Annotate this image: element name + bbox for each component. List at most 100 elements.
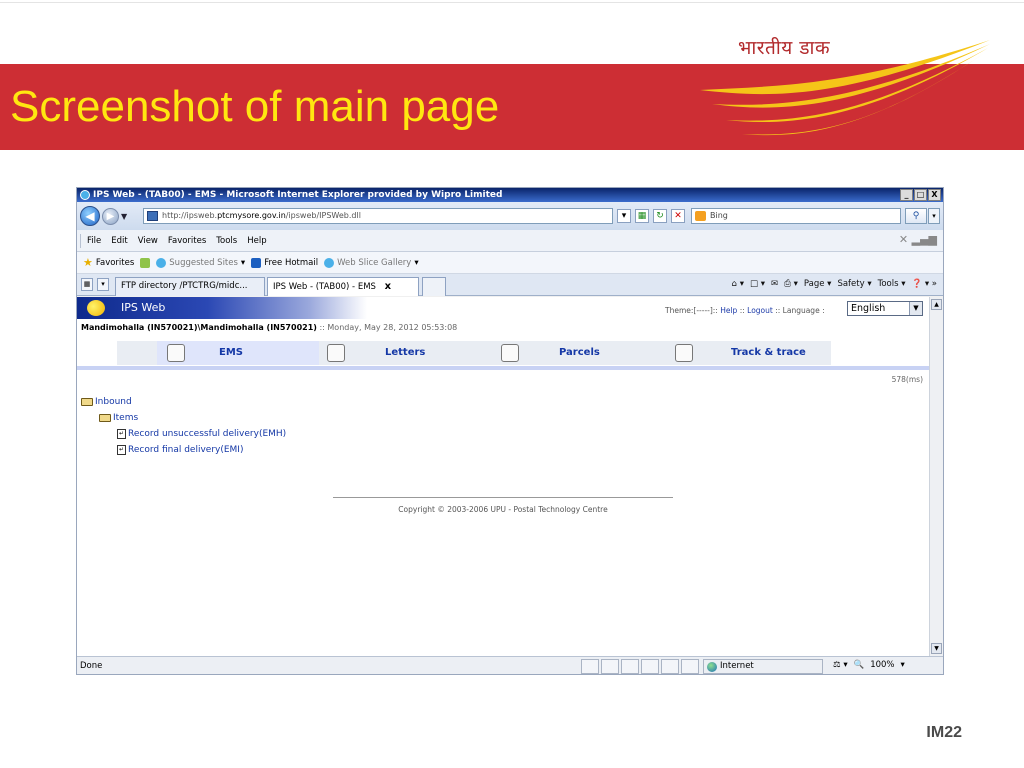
protected-mode-icon[interactable]: ⚖ ▾ [833, 659, 848, 674]
tab-close-icon[interactable]: x [385, 281, 391, 292]
letters-icon [327, 344, 345, 362]
page-menu[interactable]: Page ▾ [804, 279, 832, 289]
tab-letters[interactable]: Letters [323, 341, 493, 365]
folder-open-icon [81, 398, 93, 406]
url-path: /ipsweb/IPSWeb.dll [285, 211, 361, 220]
web-content: IPS Web Theme:[-----]:: Help :: Logout :… [77, 297, 929, 656]
brand-text: भारतीय डाक [738, 37, 831, 59]
favorites-button[interactable]: ★ Favorites [83, 256, 134, 269]
address-dropdown-icon[interactable]: ▾ [617, 209, 631, 223]
tab-ips-web[interactable]: IPS Web - (TAB00) - EMS x [267, 277, 419, 296]
safety-menu[interactable]: Safety ▾ [837, 279, 871, 289]
web-slice-gallery-label: Web Slice Gallery [337, 257, 412, 268]
window-title: IPS Web - (TAB00) - EMS - Microsoft Inte… [93, 190, 503, 200]
help-icon[interactable]: ❓ ▾ » [912, 279, 937, 289]
menu-grip [80, 234, 81, 248]
link-separator: :: [737, 306, 748, 315]
status-cell [641, 659, 659, 674]
url-prefix: http://ipsweb. [162, 211, 218, 220]
search-icon[interactable]: ⚲ [905, 208, 927, 224]
tab-parcels[interactable]: Parcels [497, 341, 667, 365]
track-icon [675, 344, 693, 362]
close-window-button[interactable]: X [928, 189, 941, 201]
web-slice-gallery-link[interactable]: Web Slice Gallery ▾ [324, 257, 419, 268]
maximize-button[interactable]: □ [914, 189, 927, 201]
zoom-control[interactable]: ⚖ ▾ 🔍 100% ▾ [829, 659, 905, 674]
ips-header: IPS Web Theme:[-----]:: Help :: Logout :… [77, 297, 929, 319]
tab-list-icon[interactable]: ▾ [97, 278, 109, 291]
refresh-icon[interactable]: ↻ [653, 209, 667, 223]
tree-label-inbound: Inbound [95, 397, 132, 407]
scroll-down-icon[interactable]: ▼ [931, 643, 942, 654]
compatibility-icon[interactable]: ▦ [635, 209, 649, 223]
tree-node-items[interactable]: Items [99, 413, 138, 423]
back-button[interactable]: ◀ [80, 206, 100, 226]
tab-bar: ▦ ▾ FTP directory /PTCTRG/midc... IPS We… [77, 274, 943, 296]
search-input[interactable]: Bing [691, 208, 901, 224]
menu-favorites[interactable]: Favorites [168, 236, 206, 246]
add-favorites-button[interactable] [140, 257, 151, 268]
menu-help[interactable]: Help [247, 236, 266, 246]
module-tabs-underline [77, 366, 929, 370]
document-icon: ↵ [117, 429, 126, 439]
url-input[interactable]: http://ipsweb.ptcmysore.gov.in/ipsweb/IP… [143, 208, 613, 224]
minimize-button[interactable]: _ [900, 189, 913, 201]
office-path: Mandimohalla (IN570021)\Mandimohalla (IN… [81, 323, 317, 332]
india-post-logo [700, 40, 990, 136]
menu-view[interactable]: View [138, 236, 158, 246]
feeds-icon[interactable]: □ ▾ [750, 279, 765, 289]
vertical-scrollbar[interactable]: ▲ ▼ [929, 297, 943, 656]
status-cell [581, 659, 599, 674]
tree-link-record-emi[interactable]: ↵ Record final delivery(EMI) [117, 445, 243, 455]
response-time: 578(ms) [891, 375, 923, 384]
tree-label-record-emi: Record final delivery(EMI) [128, 445, 244, 455]
logout-link[interactable]: Logout [747, 306, 773, 315]
status-cell [621, 659, 639, 674]
search-options-icon[interactable]: ▾ [928, 208, 940, 224]
print-icon[interactable]: ⎙ ▾ [784, 279, 798, 289]
mail-icon[interactable]: ✉ [771, 279, 778, 289]
copyright-divider [333, 497, 673, 498]
scroll-up-icon[interactable]: ▲ [931, 299, 942, 310]
url-host: ptcmysore.gov.in [217, 211, 286, 220]
address-bar: ◀ ▶ ▼ http://ipsweb.ptcmysore.gov.in/ips… [77, 202, 943, 230]
status-cell [601, 659, 619, 674]
tab-track-label: Track & trace [731, 347, 806, 358]
slide-number: IM22 [926, 724, 962, 741]
current-datetime: :: Monday, May 28, 2012 05:53:08 [316, 323, 458, 332]
add-favorite-icon [140, 257, 151, 268]
suggested-sites-link[interactable]: Suggested Sites ▾ [156, 257, 245, 268]
forward-button[interactable]: ▶ [102, 208, 119, 225]
stop-icon[interactable]: ✕ [671, 209, 685, 223]
quick-tabs-icon[interactable]: ▦ [81, 278, 93, 291]
language-value: English [851, 303, 886, 314]
zone-label: Internet [720, 661, 754, 671]
tree-link-record-emh[interactable]: ↵ Record unsuccessful delivery(EMH) [117, 429, 286, 439]
tab-ftp-directory[interactable]: FTP directory /PTCTRG/midc... [115, 277, 265, 296]
tree-node-inbound[interactable]: Inbound [81, 397, 132, 407]
browser-window: IPS Web - (TAB00) - EMS - Microsoft Inte… [76, 187, 944, 675]
slide-top-rule [0, 2, 1024, 3]
ems-icon [167, 344, 185, 362]
window-titlebar: IPS Web - (TAB00) - EMS - Microsoft Inte… [77, 188, 943, 202]
tools-menu[interactable]: Tools ▾ [878, 279, 906, 289]
home-icon[interactable]: ⌂ ▾ [732, 279, 744, 289]
history-dropdown-icon[interactable]: ▼ [121, 212, 127, 221]
help-link[interactable]: Help [720, 306, 737, 315]
menu-edit[interactable]: Edit [111, 236, 127, 246]
favorites-label: Favorites [95, 257, 135, 268]
tab-track-trace[interactable]: Track & trace [671, 341, 871, 365]
language-select[interactable]: English ▼ [847, 301, 923, 316]
zoom-icon: 🔍 [853, 660, 865, 670]
menu-file[interactable]: File [87, 236, 101, 246]
new-tab-button[interactable] [422, 277, 446, 296]
menu-close-icon[interactable]: ✕ ▂▄▆ [899, 233, 937, 246]
theme-selector[interactable]: Theme:[-----]:: [665, 306, 720, 315]
tab-ems[interactable]: EMS [157, 341, 319, 365]
menu-tools[interactable]: Tools [216, 236, 237, 246]
security-zone[interactable]: Internet [703, 659, 823, 674]
ips-app-title: IPS Web [121, 301, 166, 314]
ie-icon [324, 257, 335, 268]
free-hotmail-label: Free Hotmail [264, 257, 319, 268]
free-hotmail-link[interactable]: Free Hotmail [251, 257, 319, 268]
